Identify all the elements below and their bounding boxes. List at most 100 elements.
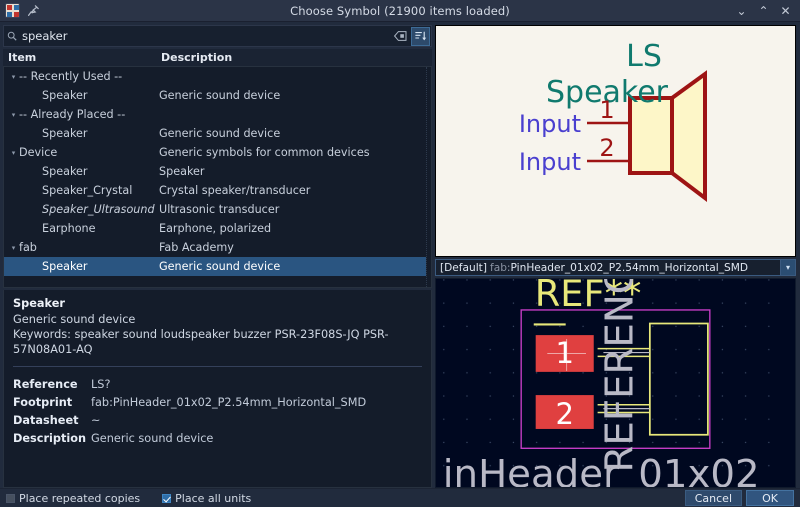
expand-collapse-icon[interactable]: ▾ <box>9 73 18 81</box>
detail-field-key: Description <box>13 432 87 445</box>
tree-row-description: Earphone, polarized <box>159 222 272 235</box>
detail-field-key: Reference <box>13 378 78 391</box>
tree-row-item: Speaker <box>4 127 159 140</box>
tree-row[interactable]: Speaker Generic sound device <box>4 257 431 276</box>
right-pane: LS Speaker 1 Input 2 Input [Default] fab… <box>435 22 800 488</box>
tree-row-description: Generic sound device <box>159 260 281 273</box>
tree-row-description: Crystal speaker/transducer <box>159 184 311 197</box>
window-title: Choose Symbol (21900 items loaded) <box>290 3 510 18</box>
maximize-button[interactable]: ⌃ <box>758 5 769 17</box>
tree-row-description: Ultrasonic transducer <box>159 203 280 216</box>
tree-row-label: Speaker <box>42 127 88 140</box>
titlebar-icon-group <box>0 3 40 18</box>
dialog-body: Item Description ▾-- Recently Used --Spe… <box>0 22 800 488</box>
close-button[interactable]: ✕ <box>780 5 791 17</box>
detail-field-key: Datasheet <box>13 414 79 427</box>
footprint-selector[interactable]: [Default] fab: PinHeader_01x02_P2.54mm_H… <box>435 259 796 276</box>
tree-row-label: Speaker <box>42 165 88 178</box>
symbol-pin1-number: 1 <box>599 96 614 124</box>
symbol-preview-canvas[interactable]: LS Speaker 1 Input 2 Input <box>435 25 796 257</box>
tree-row-label: Speaker <box>42 89 88 102</box>
detail-keywords: Keywords: speaker sound loudspeaker buzz… <box>13 328 389 356</box>
detail-field-value: LS? <box>91 378 111 391</box>
ok-button[interactable]: OK <box>746 490 794 506</box>
footprint-pad1-label: 1 <box>555 336 573 370</box>
tree-row-description: Generic symbols for common devices <box>159 146 370 159</box>
tree-row-item: ▾ Device <box>4 146 159 159</box>
symbol-details-panel: Speaker Generic sound device Keywords: s… <box>3 290 432 488</box>
detail-field-value: fab:PinHeader_01x02_P2.54mm_Horizontal_S… <box>91 396 367 409</box>
footprint-preview-canvas[interactable]: 1 2 REF** REFERENCE inHeader_01x02 <box>435 278 796 488</box>
symbol-tree[interactable]: ▾ -- Recently Used -- Speaker Generic sound… <box>3 66 432 288</box>
window-titlebar: Choose Symbol (21900 items loaded) ⌄ ⌃ ✕ <box>0 0 800 22</box>
tree-scrollbar[interactable] <box>426 67 431 287</box>
tree-row-label: -- Recently Used -- <box>19 70 123 83</box>
tree-row[interactable]: ▾ Device Generic symbols for common device… <box>4 143 431 162</box>
tree-row[interactable]: Earphone Earphone, polarized <box>4 219 431 238</box>
tree-row[interactable]: Speaker Generic sound device <box>4 86 431 105</box>
detail-field-row: Footprint fab:PinHeader_01x02_P2.54mm_Hor… <box>13 394 422 411</box>
search-icon <box>4 31 20 41</box>
footprint-reference-text: REFERENCE <box>597 279 642 472</box>
tree-row[interactable]: Speaker_Crystal Crystal speaker/transduce… <box>4 181 431 200</box>
choose-symbol-dialog: Choose Symbol (21900 items loaded) ⌄ ⌃ ✕ <box>0 0 800 507</box>
place-repeated-copies-checkbox[interactable]: Place repeated copies <box>6 492 140 505</box>
tree-row-item: Speaker_Ultrasound <box>4 203 159 216</box>
column-header-description[interactable]: Description <box>158 51 432 64</box>
tree-row-label: Speaker_Crystal <box>42 184 133 197</box>
tree-row[interactable]: Speaker Speaker <box>4 162 431 181</box>
footer-buttons: Cancel OK <box>684 490 794 506</box>
clear-search-icon[interactable] <box>391 27 410 46</box>
tree-row-item: ▾ -- Already Placed -- <box>4 108 159 121</box>
tree-row-item: Speaker <box>4 89 159 102</box>
tree-row[interactable]: ▾ -- Already Placed -- <box>4 105 431 124</box>
place-all-units-checkbox[interactable]: Place all units <box>162 492 251 505</box>
tree-row-item: Earphone <box>4 222 159 235</box>
window-controls: ⌄ ⌃ ✕ <box>736 5 800 17</box>
expand-collapse-icon[interactable]: ▾ <box>9 111 18 119</box>
tree-row-label: Device <box>19 146 58 159</box>
tree-row-label: fab <box>19 241 37 254</box>
detail-field-row: Description Generic sound device <box>13 430 422 447</box>
place-repeated-copies-label: Place repeated copies <box>19 491 141 505</box>
footprint-name: PinHeader_01x02_P2.54mm_Horizontal_SMD <box>510 261 749 274</box>
detail-field-table: Reference LS? Footprint fab:PinHeader_01x02… <box>13 376 422 447</box>
footprint-value-text: inHeader_01x02 <box>443 452 760 487</box>
search-input[interactable] <box>20 29 391 43</box>
tree-row-label: Speaker <box>42 260 88 273</box>
sort-filter-icon[interactable] <box>411 26 430 46</box>
kicad-eeschema-icon <box>5 3 20 18</box>
minimize-button[interactable]: ⌄ <box>736 5 747 17</box>
tree-row-item: ▾ fab <box>4 241 159 254</box>
detail-field-value: ~ <box>91 414 101 427</box>
chevron-down-icon[interactable]: ▾ <box>780 260 795 275</box>
tree-header: Item Description <box>3 49 432 66</box>
checkbox-box[interactable] <box>6 493 15 503</box>
tree-row-item: Speaker <box>4 165 159 178</box>
tree-row[interactable]: ▾ fab Fab Academy <box>4 238 431 257</box>
tree-row[interactable]: Speaker_Ultrasound Ultrasonic transducer <box>4 200 431 219</box>
detail-symbol-name: Speaker <box>13 297 65 310</box>
pin-icon[interactable] <box>27 4 40 17</box>
footprint-default-prefix: [Default] <box>440 261 487 274</box>
column-header-item[interactable]: Item <box>3 51 158 64</box>
expand-collapse-icon[interactable]: ▾ <box>9 149 18 157</box>
tree-row[interactable]: ▾ -- Recently Used -- <box>4 67 431 86</box>
cancel-button[interactable]: Cancel <box>684 490 742 506</box>
left-pane: Item Description ▾-- Recently Used --Spe… <box>0 22 435 488</box>
expand-collapse-icon[interactable]: ▾ <box>9 244 18 252</box>
tree-row-description: Speaker <box>159 165 205 178</box>
tree-row-item: Speaker_Crystal <box>4 184 159 197</box>
search-bar <box>3 25 432 47</box>
tree-row-item: ▾ -- Recently Used -- <box>4 70 159 83</box>
dialog-footer: Place repeated copies Place all units Ca… <box>0 488 800 507</box>
checkbox-box[interactable] <box>162 493 172 503</box>
symbol-pin2-number: 2 <box>599 134 614 162</box>
detail-field-row: Datasheet ~ <box>13 412 422 429</box>
tree-row[interactable]: Speaker Generic sound device <box>4 124 431 143</box>
detail-field-row: Reference LS? <box>13 376 422 393</box>
footprint-pad2-label: 2 <box>555 397 573 431</box>
place-all-units-label: Place all units <box>175 491 252 505</box>
tree-row-label: -- Already Placed -- <box>19 108 126 121</box>
detail-field-key: Footprint <box>13 396 73 409</box>
